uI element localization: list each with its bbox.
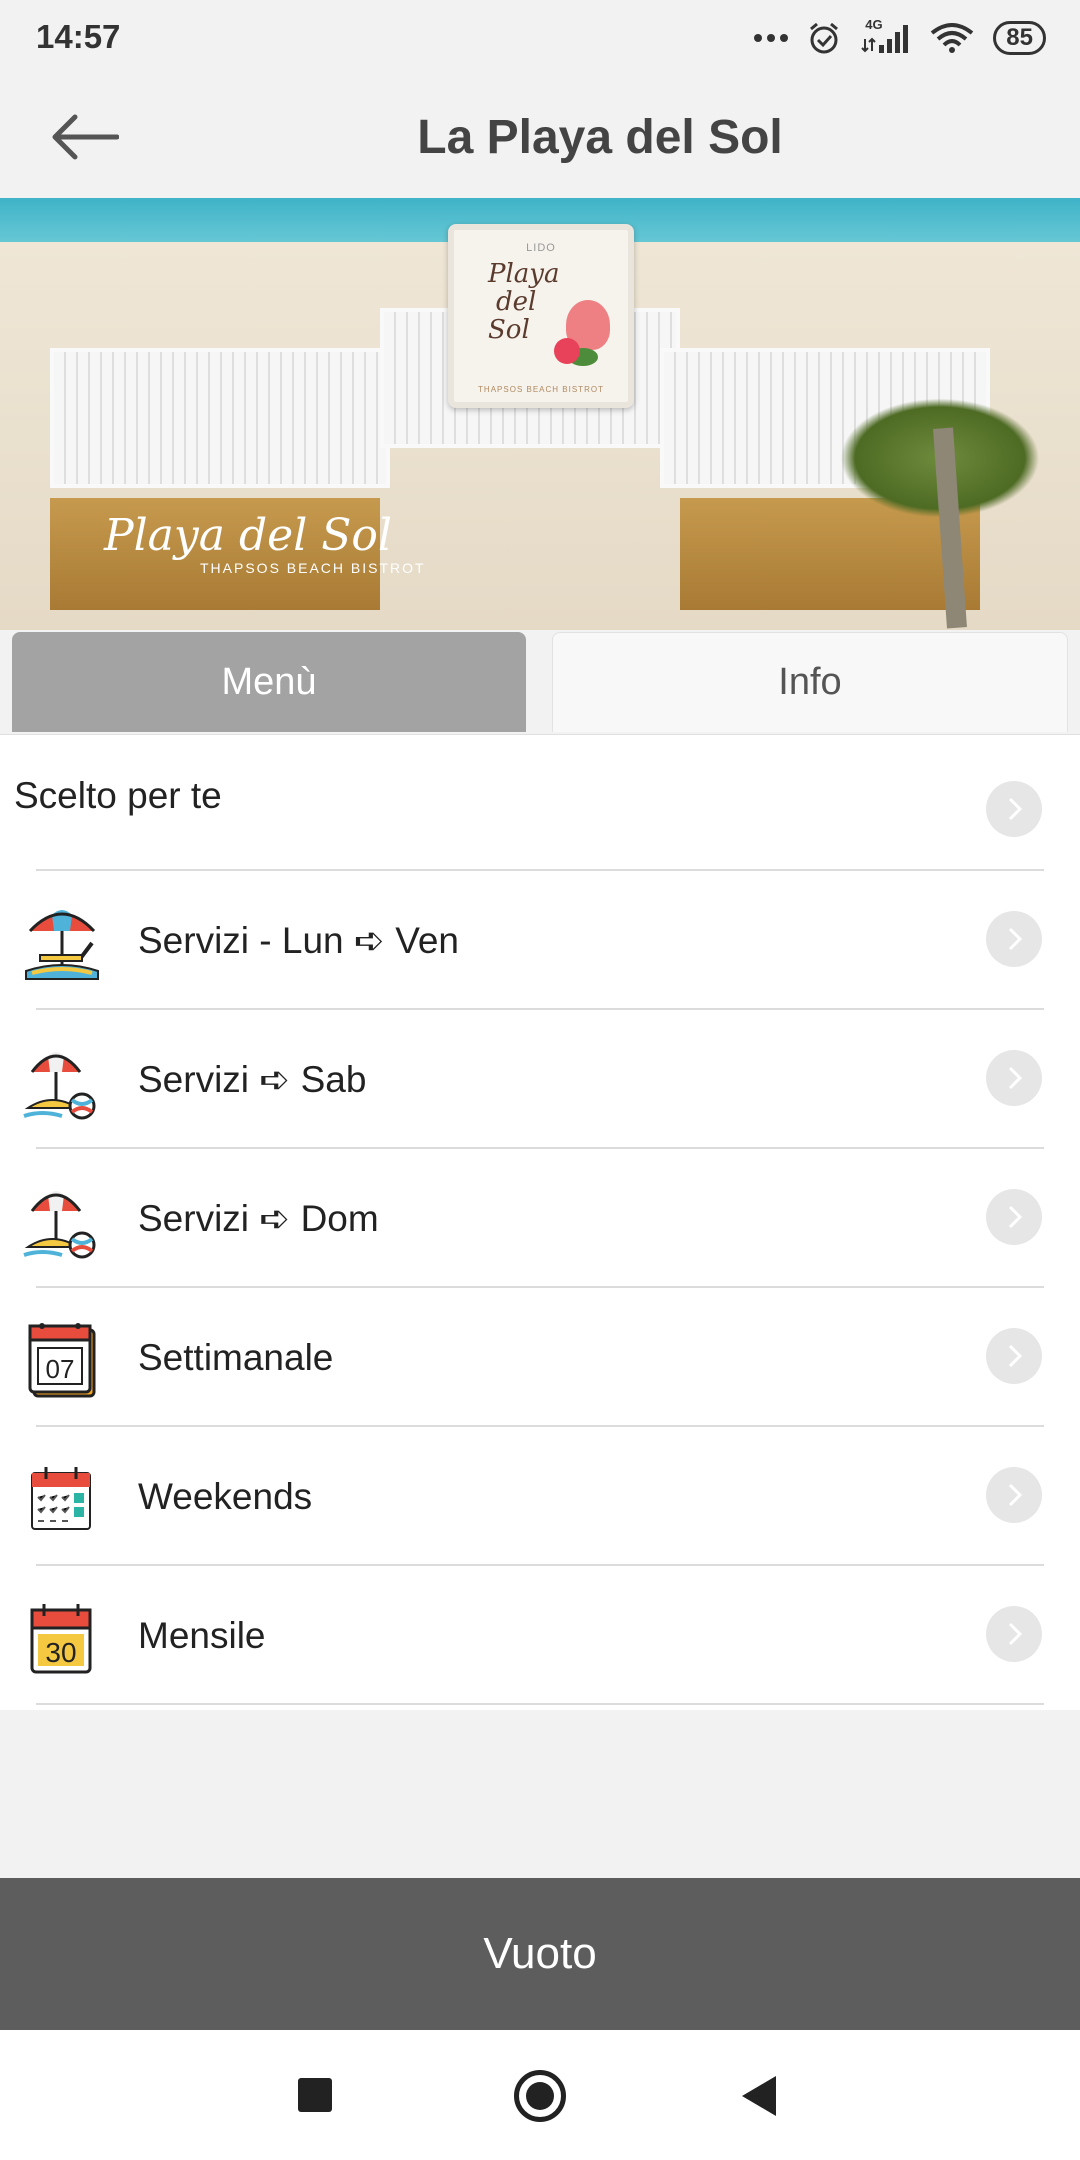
status-time: 14:57 [36, 18, 121, 55]
chevron-right-icon [986, 781, 1042, 837]
list-item-label: Servizi ➪ Dom [138, 1198, 379, 1239]
hero-wall-sign: Playa del Sol [104, 510, 392, 561]
list-item-label: Mensile [138, 1614, 266, 1656]
logo-text: Playa del Sol [488, 260, 560, 344]
logo-lido: LIDO [526, 242, 556, 254]
status-icons: 4G 85 [753, 17, 1046, 58]
tab-bar: Menù Info [0, 630, 1080, 734]
alarm-icon [810, 22, 839, 54]
calendar-07-icon: 07 [28, 1323, 96, 1398]
list-item-label: Servizi - Lun ➪ Ven [138, 920, 459, 961]
tab-menu[interactable]: Menù [12, 632, 526, 732]
beach-umbrella-ball-icon [23, 1191, 96, 1259]
logo-line3: Sol [488, 315, 530, 345]
chevron-right-icon [986, 1327, 1042, 1384]
more-dots-icon [754, 34, 789, 42]
logo-line2: del [496, 287, 537, 317]
hero-image: Playa del Sol THAPSOS BEACH BISTROT LIDO… [0, 198, 1080, 630]
status-bar: 14:57 4G 85 [0, 0, 1080, 76]
logo-subtitle: THAPSOS BEACH BISTROT [478, 385, 604, 394]
wifi-icon [931, 23, 974, 53]
venue-logo: LIDO Playa del Sol THAPSOS BEACH BISTROT [448, 224, 634, 408]
cart-empty-button[interactable]: Vuoto [0, 1878, 1080, 2030]
beach-umbrella-lounger-icon [25, 910, 99, 980]
calendar-30-icon: 30 [30, 1604, 92, 1674]
list-item-mensile[interactable]: 30 Mensile [0, 1566, 1080, 1705]
system-nav-bar [0, 2030, 1080, 2160]
list-item-weekends[interactable]: Weekends [0, 1427, 1080, 1566]
hibiscus-icon [554, 338, 580, 364]
list-item-servizi-sab[interactable]: Servizi ➪ Sab [0, 1010, 1080, 1149]
logo-line1: Playa [488, 259, 560, 289]
chevron-right-icon [986, 1049, 1042, 1106]
list-item-label: Servizi ➪ Sab [138, 1059, 367, 1100]
app-header: La Playa del Sol [0, 76, 1080, 198]
calendar-grid-icon [31, 1467, 91, 1530]
signal-icon: 4G [859, 17, 911, 55]
hero-wall-subtitle: THAPSOS BEACH BISTROT [200, 560, 426, 576]
chevron-right-icon [986, 1605, 1042, 1662]
menu-list: Scelto per te Servizi - Lun ➪ Ven Serviz… [0, 734, 1080, 1710]
list-item-servizi-lun-ven[interactable]: Servizi - Lun ➪ Ven [0, 871, 1080, 1010]
list-item-settimanale[interactable]: 07 Settimanale [0, 1288, 1080, 1427]
recent-apps-button[interactable] [298, 2078, 332, 2112]
list-item-scelto-per-te[interactable]: Scelto per te [0, 735, 1080, 871]
beach-umbrella-ball-icon [23, 1052, 96, 1120]
chevron-right-icon [986, 910, 1042, 967]
calendar-number: 30 [45, 1637, 76, 1668]
tab-info[interactable]: Info [552, 632, 1068, 732]
page-title: La Playa del Sol [417, 111, 783, 164]
chevron-right-icon [986, 1466, 1042, 1523]
hero-roof-left [50, 348, 390, 488]
calendar-number: 07 [46, 1354, 75, 1384]
system-back-button[interactable] [742, 2076, 776, 2116]
list-item-label: Scelto per te [14, 775, 222, 816]
chevron-right-icon [986, 1188, 1042, 1245]
home-button[interactable] [514, 2070, 566, 2122]
battery-indicator: 85 [993, 21, 1046, 55]
list-item-servizi-dom[interactable]: Servizi ➪ Dom [0, 1149, 1080, 1288]
list-item-label: Settimanale [138, 1336, 334, 1378]
list-item-label: Weekends [138, 1475, 313, 1517]
